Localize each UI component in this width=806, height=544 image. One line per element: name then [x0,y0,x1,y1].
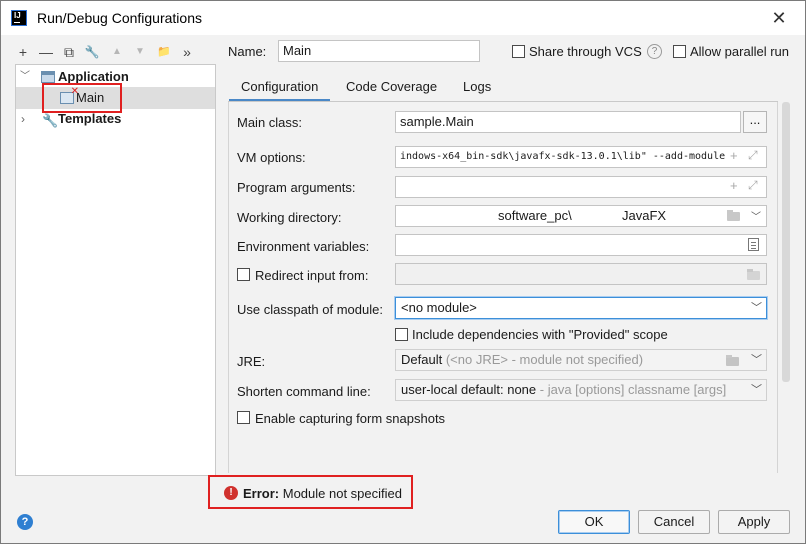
working-dir-path-part1: software_pc\ [498,208,572,223]
classpath-module-label: Use classpath of module: [237,302,383,317]
jre-label: JRE: [237,354,266,369]
parallel-run-checkbox[interactable] [673,45,686,58]
highlight-box-main [42,83,122,113]
intellij-app-icon [11,10,27,26]
chevron-down-icon[interactable]: ﹀ [20,66,30,88]
redirect-folder-icon[interactable] [747,269,760,280]
tab-code-coverage[interactable]: Code Coverage [346,78,437,102]
program-args-label: Program arguments: [237,180,356,195]
include-provided-checkbox[interactable] [395,328,408,341]
form-snapshots-label: Enable capturing form snapshots [255,411,446,426]
share-vcs-label: Share through VCS [529,44,642,59]
parallel-run-label: Allow parallel run [690,44,789,59]
cancel-button[interactable]: Cancel [638,510,710,534]
more-icon[interactable]: » [177,41,197,63]
jre-folder-icon[interactable] [726,355,739,366]
jre-select[interactable]: Default (<no JRE> - module not specified… [395,349,767,371]
args-add-icon[interactable]: + [730,178,738,193]
vm-options-input[interactable]: indows-x64_bin-sdk\javafx-sdk-13.0.1\lib… [395,146,767,168]
share-vcs-checkbox[interactable] [512,45,525,58]
move-up-icon[interactable]: ▲ [107,41,127,63]
help-icon[interactable]: ? [647,44,662,59]
env-vars-label: Environment variables: [237,239,370,254]
redirect-input-label: Redirect input from: [255,268,369,283]
vm-options-label: VM options: [237,150,306,165]
include-provided-label: Include dependencies with "Provided" sco… [412,327,668,342]
redirect-input-checkbox[interactable] [237,268,250,281]
close-button[interactable]: ✕ [769,8,789,28]
folder-icon[interactable] [727,210,740,221]
folder-icon[interactable]: 📁 [154,41,174,63]
main-class-label: Main class: [237,115,303,130]
config-tree: ﹀ Application Main › 🔧 Templates [15,64,216,476]
ok-button[interactable]: OK [558,510,630,534]
shorten-value-muted: - java [options] classname [args] [539,382,727,397]
config-toolbar: + — ⧉ 🔧 ▲ ▼ 📁 » [13,41,218,63]
vm-expand-icon[interactable]: ⤢ [748,148,758,163]
jre-value-muted: (<no JRE> - module not specified) [445,352,644,367]
env-vars-input[interactable] [395,234,767,256]
shorten-cmd-select[interactable]: user-local default: none - java [options… [395,379,767,401]
error-prefix: Error: [243,486,280,501]
env-vars-edit-icon[interactable] [748,238,759,251]
redirect-input-field[interactable] [395,263,767,285]
name-label: Name: [228,44,267,59]
browse-main-class-button[interactable]: ... [743,111,767,133]
shorten-cmd-label: Shorten command line: [237,384,371,399]
classpath-module-value: <no module> [401,300,477,315]
application-icon [41,71,55,83]
shorten-value-main: user-local default: none [401,382,537,397]
vertical-scrollbar[interactable] [782,102,790,382]
working-dir-input[interactable]: software_pc\ JavaFX [395,205,767,227]
args-expand-icon[interactable]: ⤢ [748,178,758,193]
chevron-down-icon: ﹀ [751,354,762,366]
move-down-icon[interactable]: ▼ [130,41,150,63]
chevron-down-icon: ﹀ [751,302,762,314]
working-dir-label: Working directory: [237,210,342,225]
window-title: Run/Debug Configurations [37,10,202,26]
run-debug-dialog: Run/Debug Configurations ✕ + — ⧉ 🔧 ▲ ▼ 📁… [0,0,806,544]
main-class-input[interactable]: sample.Main [395,111,741,133]
vm-add-icon[interactable]: + [730,148,738,163]
error-icon: ! [224,486,238,500]
error-message: Error: Module not specified [243,486,402,501]
help-button[interactable]: ? [17,514,33,530]
add-config-icon[interactable]: + [13,41,33,63]
apply-button[interactable]: Apply [718,510,790,534]
chevron-right-icon[interactable]: › [21,108,25,130]
tab-logs[interactable]: Logs [463,78,491,102]
tab-configuration[interactable]: Configuration [228,78,331,102]
jre-value-main: Default [401,352,443,367]
program-args-input[interactable] [395,176,767,198]
error-text: Module not specified [282,486,402,501]
edit-defaults-icon[interactable]: 🔧 [82,41,102,63]
classpath-module-select[interactable]: <no module> ﹀ [395,297,767,319]
copy-config-icon[interactable]: ⧉ [59,41,79,63]
chevron-down-icon: ﹀ [751,384,762,396]
title-bar: Run/Debug Configurations ✕ [1,1,805,35]
working-dir-path-part2: JavaFX [622,208,667,223]
wrench-icon: 🔧 [42,113,59,128]
name-input[interactable]: Main [278,40,480,62]
chevron-down-icon[interactable]: ﹀ [751,208,761,223]
form-snapshots-checkbox[interactable] [237,411,250,424]
remove-config-icon[interactable]: — [36,41,56,63]
